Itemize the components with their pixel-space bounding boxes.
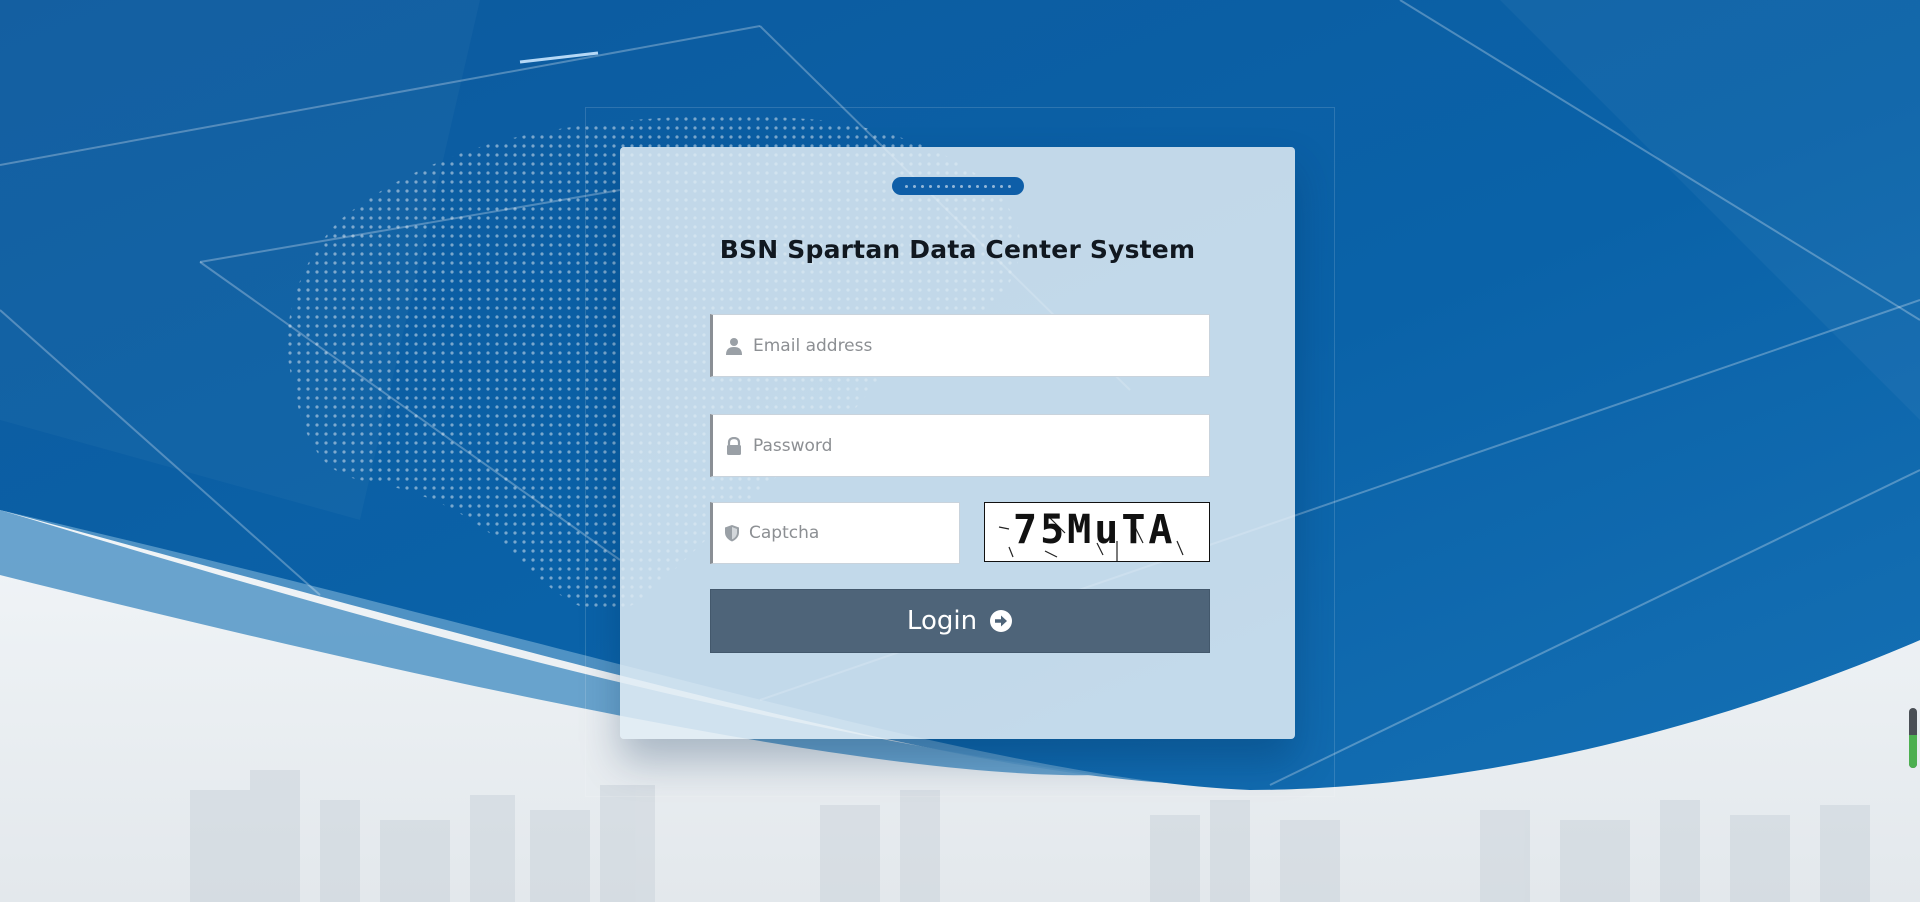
arrow-circle-right-icon bbox=[989, 609, 1013, 633]
captcha-input[interactable] bbox=[749, 503, 968, 563]
scrollbar-thumb[interactable] bbox=[1909, 708, 1917, 768]
login-button-label: Login bbox=[906, 606, 978, 636]
email-field[interactable] bbox=[710, 314, 1210, 377]
page-title: BSN Spartan Data Center System bbox=[719, 235, 1196, 264]
captcha-image-text: 75MuTA bbox=[1013, 507, 1176, 553]
card-handle bbox=[892, 177, 1024, 195]
login-page: BSN Spartan Data Center System Email add… bbox=[0, 0, 1920, 902]
captcha-field[interactable] bbox=[710, 502, 968, 564]
password-field[interactable] bbox=[710, 414, 1210, 477]
password-input[interactable] bbox=[753, 415, 1209, 476]
login-button[interactable]: Login bbox=[710, 589, 1210, 653]
user-icon bbox=[724, 336, 744, 356]
captcha-image[interactable]: 75MuTA bbox=[984, 502, 1210, 562]
lock-icon bbox=[724, 436, 744, 456]
shield-icon bbox=[724, 523, 740, 543]
email-input[interactable] bbox=[753, 315, 1209, 376]
login-card: BSN Spartan Data Center System Email add… bbox=[620, 147, 1295, 739]
